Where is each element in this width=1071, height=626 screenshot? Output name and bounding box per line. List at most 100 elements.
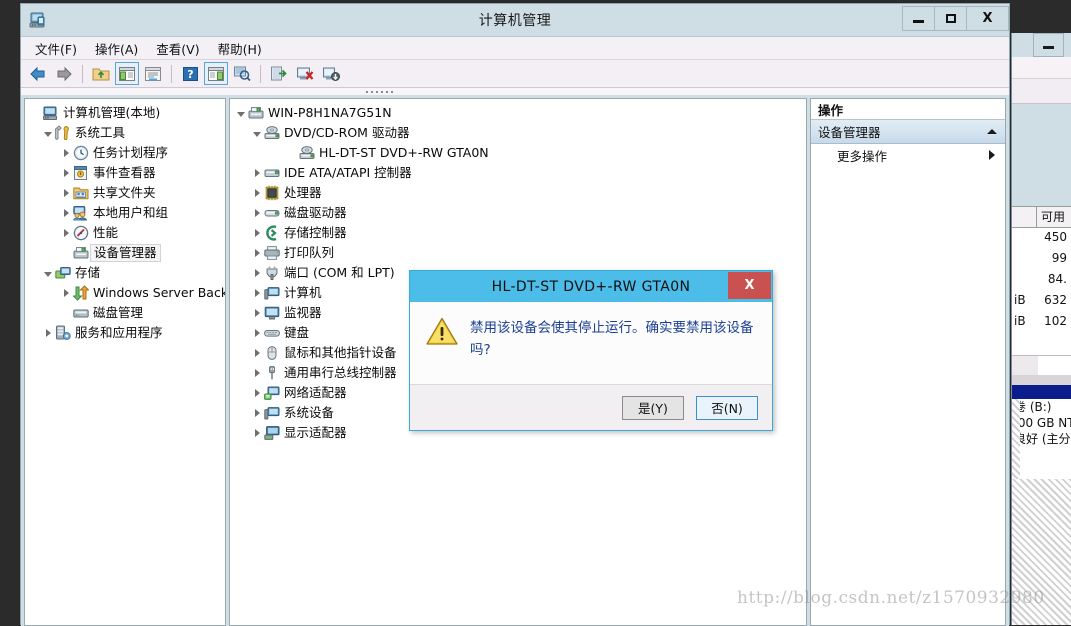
port-icon: [264, 265, 280, 281]
sidebar-label: 磁盘管理: [93, 305, 144, 320]
minimize-button[interactable]: [902, 6, 934, 31]
expander-icon[interactable]: [59, 203, 73, 223]
expander-icon[interactable]: [250, 363, 264, 383]
maximize-button[interactable]: [934, 6, 966, 31]
expander-icon[interactable]: [250, 423, 264, 443]
sidebar-item-event-viewer[interactable]: 事件查看器: [25, 163, 225, 183]
expander-icon[interactable]: [250, 223, 264, 243]
sidebar-item-computer-management[interactable]: 计算机管理(本地): [25, 103, 225, 123]
expander-icon[interactable]: [250, 203, 264, 223]
actions-more[interactable]: 更多操作: [811, 144, 1005, 166]
forward-button[interactable]: [52, 62, 76, 85]
uninstall-device-button[interactable]: [293, 62, 317, 85]
performance-icon: [73, 225, 89, 241]
expander-icon[interactable]: [250, 263, 264, 283]
disable-device-button[interactable]: [319, 62, 343, 85]
menu-help[interactable]: 帮助(H): [210, 36, 270, 61]
expander-icon[interactable]: [59, 283, 73, 303]
titlebar[interactable]: 计算机管理 X: [21, 4, 1009, 36]
scan-hardware-button[interactable]: [230, 62, 254, 85]
actions-pane: 操作 设备管理器 更多操作: [810, 98, 1006, 626]
back-button[interactable]: [26, 62, 50, 85]
dialog-title: HL-DT-ST DVD+-RW GTA0N: [491, 278, 691, 295]
shared-folder-icon: [73, 185, 89, 201]
actions-group-device-manager[interactable]: 设备管理器: [811, 120, 1005, 144]
expander-icon[interactable]: [250, 343, 264, 363]
dialog-yes-button[interactable]: 是(Y): [622, 395, 684, 420]
up-folder-button[interactable]: [89, 62, 113, 85]
services-icon: [55, 325, 71, 341]
expander-icon[interactable]: [250, 183, 264, 203]
device-node-storage-controllers[interactable]: 存储控制器: [230, 223, 806, 243]
sidebar-item-disk-management[interactable]: 磁盘管理: [25, 303, 225, 323]
sidebar-item-task-scheduler[interactable]: 任务计划程序: [25, 143, 225, 163]
sidebar-item-storage[interactable]: 存储: [25, 263, 225, 283]
sidebar-item-windows-server-backup[interactable]: Windows Server Back: [25, 283, 225, 303]
expander-icon[interactable]: [250, 243, 264, 263]
device-node-hl-dt-st-dvd[interactable]: HL-DT-ST DVD+-RW GTA0N: [230, 143, 806, 163]
menu-action[interactable]: 操作(A): [87, 36, 146, 61]
expander-icon[interactable]: [250, 283, 264, 303]
sidebar-item-shared-folders[interactable]: 共享文件夹: [25, 183, 225, 203]
dialog-no-button[interactable]: 否(N): [696, 395, 758, 420]
device-node-computer[interactable]: WIN-P8H1NA7G51N: [230, 103, 806, 123]
sidebar-label: 存储: [75, 265, 101, 280]
expander-icon[interactable]: [59, 143, 73, 163]
device-node-ide-ata-atapi[interactable]: IDE ATA/ATAPI 控制器: [230, 163, 806, 183]
expander-icon[interactable]: [234, 103, 248, 123]
dialog-message: 禁用该设备会使其停止运行。确实要禁用该设备吗?: [470, 320, 754, 358]
properties-button[interactable]: [141, 62, 165, 85]
update-driver-icon: [270, 66, 287, 81]
chevron-up-icon[interactable]: [987, 129, 997, 134]
bg-volume-name: 卷 (B:): [1014, 400, 1052, 414]
expander-icon[interactable]: [59, 223, 73, 243]
actions-group-label: 设备管理器: [818, 125, 881, 140]
sidebar-item-performance[interactable]: 性能: [25, 223, 225, 243]
device-label: 鼠标和其他指针设备: [284, 345, 397, 360]
device-node-dvd-cdrom-group[interactable]: DVD/CD-ROM 驱动器: [230, 123, 806, 143]
expander-icon: [59, 243, 73, 263]
show-hide-tree-button[interactable]: [115, 62, 139, 85]
background-window-minimize-button[interactable]: [1033, 33, 1064, 57]
storage-icon: [55, 265, 71, 281]
sidebar-item-system-tools[interactable]: 系统工具: [25, 123, 225, 143]
disk-drive-icon: [264, 205, 280, 221]
update-driver-button[interactable]: [267, 62, 291, 85]
expander-icon[interactable]: [59, 183, 73, 203]
device-node-processor[interactable]: 处理器: [230, 183, 806, 203]
sidebar-label: 事件查看器: [93, 165, 156, 180]
help-button[interactable]: ?: [178, 62, 202, 85]
expander-icon[interactable]: [250, 403, 264, 423]
sidebar-item-device-manager[interactable]: 设备管理器: [25, 243, 225, 263]
background-window-column-header[interactable]: 可用: [1012, 206, 1071, 228]
expander-icon[interactable]: [250, 303, 264, 323]
menu-view[interactable]: 查看(V): [148, 36, 207, 61]
window-title: 计算机管理: [478, 13, 552, 29]
toolbar-separator-2: [171, 64, 172, 83]
expander-icon[interactable]: [41, 323, 55, 343]
bg-cell-left-1: iB: [1014, 314, 1026, 328]
expander-icon[interactable]: [41, 123, 55, 143]
show-actions-pane-button[interactable]: [204, 62, 228, 85]
expander-icon[interactable]: [59, 163, 73, 183]
dialog-close-button[interactable]: X: [728, 272, 771, 299]
window-controls: X: [902, 6, 1009, 31]
device-label: WIN-P8H1NA7G51N: [268, 105, 392, 120]
menu-file[interactable]: 文件(F): [27, 36, 85, 61]
dvd-drive-icon: [264, 125, 280, 141]
expander-icon[interactable]: [250, 383, 264, 403]
close-button[interactable]: X: [966, 6, 1009, 31]
expander-icon[interactable]: [250, 163, 264, 183]
device-node-disk-drives[interactable]: 磁盘驱动器: [230, 203, 806, 223]
disable-device-icon: [322, 67, 340, 81]
sidebar-item-services-applications[interactable]: 服务和应用程序: [25, 323, 225, 343]
sidebar-label: 服务和应用程序: [75, 325, 163, 340]
device-node-print-queues[interactable]: 打印队列: [230, 243, 806, 263]
scan-icon: [233, 66, 251, 81]
dialog-titlebar[interactable]: HL-DT-ST DVD+-RW GTA0N X: [410, 271, 772, 302]
expander-icon[interactable]: [250, 323, 264, 343]
expander-icon[interactable]: [250, 123, 264, 143]
bg-volume-size: .00 GB NT: [1014, 416, 1071, 430]
expander-icon[interactable]: [41, 263, 55, 283]
sidebar-item-local-users-groups[interactable]: 本地用户和组: [25, 203, 225, 223]
